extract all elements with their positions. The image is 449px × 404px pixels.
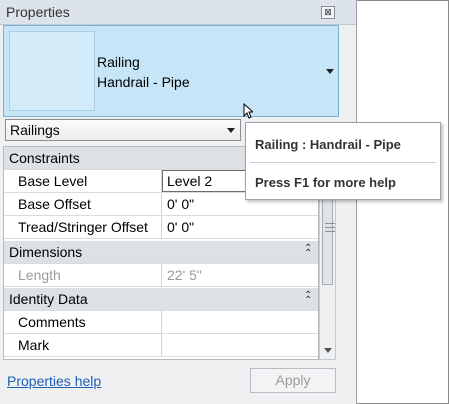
- type-selector[interactable]: Railing Handrail - Pipe: [3, 25, 339, 117]
- param-value[interactable]: 0' 0": [167, 196, 194, 212]
- param-name: Comments: [18, 314, 86, 330]
- section-label: Identity Data: [9, 291, 88, 307]
- param-value[interactable]: 0' 0": [167, 219, 194, 235]
- column-divider: [161, 193, 162, 215]
- properties-help-link[interactable]: Properties help: [7, 373, 101, 389]
- param-name: Base Level: [18, 173, 88, 189]
- type-name: Handrail - Pipe: [97, 74, 190, 90]
- chevron-down-icon[interactable]: [326, 69, 334, 74]
- param-name: Tread/Stringer Offset: [18, 219, 148, 235]
- family-name: Railing: [97, 54, 140, 70]
- section-label: Constraints: [9, 150, 80, 166]
- section-label: Dimensions: [9, 244, 83, 260]
- double-chevron-up-icon[interactable]: ⌃ ⌃: [304, 244, 312, 259]
- param-value: Level 2: [167, 173, 213, 189]
- param-value: 22' 5": [167, 267, 202, 283]
- param-row-comments[interactable]: Comments: [4, 311, 318, 334]
- column-divider: [161, 216, 162, 238]
- column-divider: [161, 334, 162, 356]
- type-preview-image: [9, 31, 95, 111]
- double-chevron-up-icon[interactable]: ⌃ ⌃: [304, 291, 312, 306]
- param-row-length: Length 22' 5": [4, 264, 318, 287]
- tooltip-title: Railing : Handrail - Pipe: [255, 137, 401, 152]
- param-row-tread-stringer-offset[interactable]: Tread/Stringer Offset 0' 0": [4, 216, 318, 239]
- tooltip-help-text: Press F1 for more help: [255, 175, 396, 190]
- mouse-cursor-icon: [243, 103, 253, 119]
- column-divider: [161, 311, 162, 333]
- param-name: Length: [18, 267, 61, 283]
- grip-icon: — — —: [325, 218, 335, 237]
- param-name: Mark: [18, 337, 50, 353]
- chevron-down-icon[interactable]: [227, 128, 235, 133]
- column-divider: [161, 264, 162, 286]
- param-row-mark[interactable]: Mark: [4, 334, 318, 357]
- category-filter-dropdown[interactable]: Railings: [5, 119, 241, 141]
- type-tooltip: Railing : Handrail - Pipe Press F1 for m…: [245, 122, 441, 200]
- palette-title: Properties: [6, 4, 70, 20]
- close-icon[interactable]: ⊠: [321, 6, 335, 19]
- section-dimensions[interactable]: Dimensions ⌃ ⌃: [4, 241, 318, 264]
- param-name: Base Offset: [18, 196, 91, 212]
- category-filter-value: Railings: [10, 122, 60, 138]
- properties-palette: Properties ⊠ Railing Handrail - Pipe Rai…: [0, 0, 357, 404]
- title-bar: Properties ⊠: [0, 0, 356, 25]
- scroll-down-icon[interactable]: [324, 348, 332, 353]
- apply-button[interactable]: Apply: [250, 368, 336, 393]
- section-identity-data[interactable]: Identity Data ⌃ ⌃: [4, 288, 318, 311]
- tooltip-divider: [250, 162, 436, 163]
